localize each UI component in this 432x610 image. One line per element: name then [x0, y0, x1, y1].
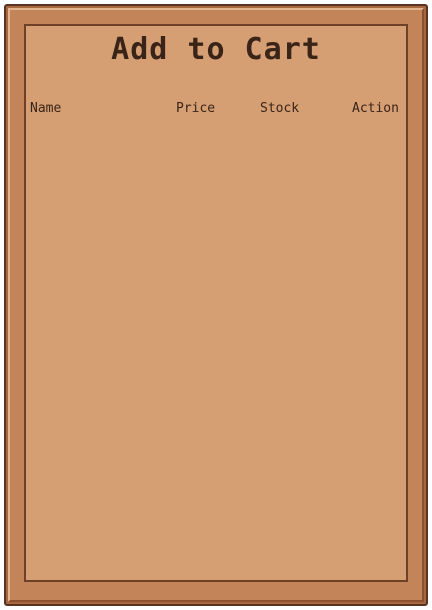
item-list — [26, 126, 406, 576]
column-header-stock: Stock — [260, 101, 300, 116]
column-header-price: Price — [176, 101, 216, 116]
column-header-action: Action — [352, 101, 399, 116]
panel-title: Add to Cart — [111, 32, 321, 67]
column-header-name: Name — [30, 101, 62, 116]
